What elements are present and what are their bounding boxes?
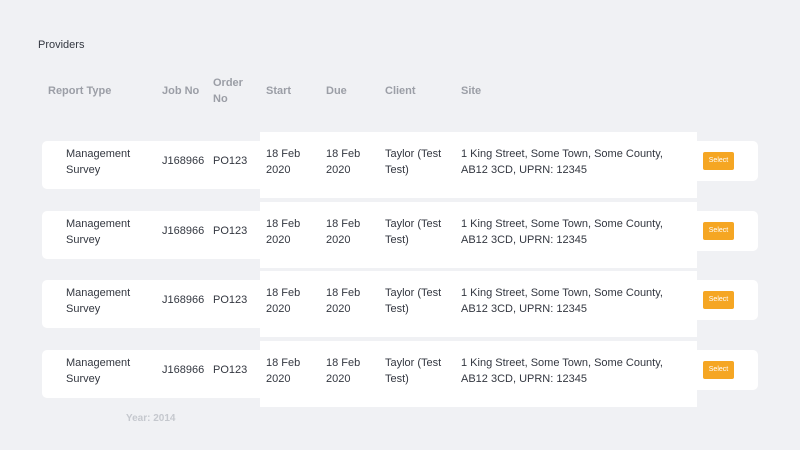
cell-client: Taylor (Test Test) (385, 357, 442, 385)
header-start: Start (266, 85, 292, 97)
cell-order-no: PO123 (213, 225, 248, 237)
header-job-no: Job No (162, 85, 200, 97)
cell-client: Taylor (Test Test) (385, 287, 442, 315)
header-site: Site (461, 85, 482, 97)
header-order-no: Order No (213, 77, 243, 105)
select-button[interactable]: Select (703, 222, 734, 240)
cell-site: 1 King Street, Some Town, Some County, A… (461, 218, 663, 246)
cell-client: Taylor (Test Test) (385, 148, 442, 176)
header-due: Due (326, 85, 347, 97)
select-button[interactable]: Select (703, 361, 734, 379)
cell-job-no: J168966 (162, 225, 205, 237)
cell-site: 1 King Street, Some Town, Some County, A… (461, 287, 663, 315)
cell-report-type: Management Survey (66, 357, 131, 385)
cell-due-date: 18 Feb 2020 (326, 148, 361, 176)
cell-start-date: 18 Feb 2020 (266, 287, 301, 315)
cell-due-date: 18 Feb 2020 (326, 357, 361, 385)
cell-client: Taylor (Test Test) (385, 218, 442, 246)
cell-job-no: J168966 (162, 364, 205, 376)
cell-site: 1 King Street, Some Town, Some County, A… (461, 148, 663, 176)
footer-year: Year: 2014 (126, 413, 176, 424)
cell-site: 1 King Street, Some Town, Some County, A… (461, 357, 663, 385)
cell-order-no: PO123 (213, 364, 248, 376)
cell-due-date: 18 Feb 2020 (326, 287, 361, 315)
table-row: Management Survey J168966 PO123 18 Feb 2020… (0, 132, 800, 198)
table-row: Management Survey J168966 PO123 18 Feb 2020… (0, 202, 800, 268)
table-row: Management Survey J168966 PO123 18 Feb 2020… (0, 341, 800, 407)
providers-title: Providers (38, 39, 85, 51)
table-row: Management Survey J168966 PO123 18 Feb 2020… (0, 271, 800, 337)
cell-report-type: Management Survey (66, 218, 131, 246)
cell-report-type: Management Survey (66, 148, 131, 176)
cell-job-no: J168966 (162, 294, 205, 306)
cell-start-date: 18 Feb 2020 (266, 148, 301, 176)
cell-due-date: 18 Feb 2020 (326, 218, 361, 246)
cell-start-date: 18 Feb 2020 (266, 357, 301, 385)
cell-order-no: PO123 (213, 155, 248, 167)
cell-job-no: J168966 (162, 155, 205, 167)
select-button[interactable]: Select (703, 291, 734, 309)
cell-start-date: 18 Feb 2020 (266, 218, 301, 246)
select-button[interactable]: Select (703, 152, 734, 170)
cell-order-no: PO123 (213, 294, 248, 306)
cell-report-type: Management Survey (66, 287, 131, 315)
header-client: Client (385, 85, 416, 97)
header-report-type: Report Type (48, 85, 112, 97)
